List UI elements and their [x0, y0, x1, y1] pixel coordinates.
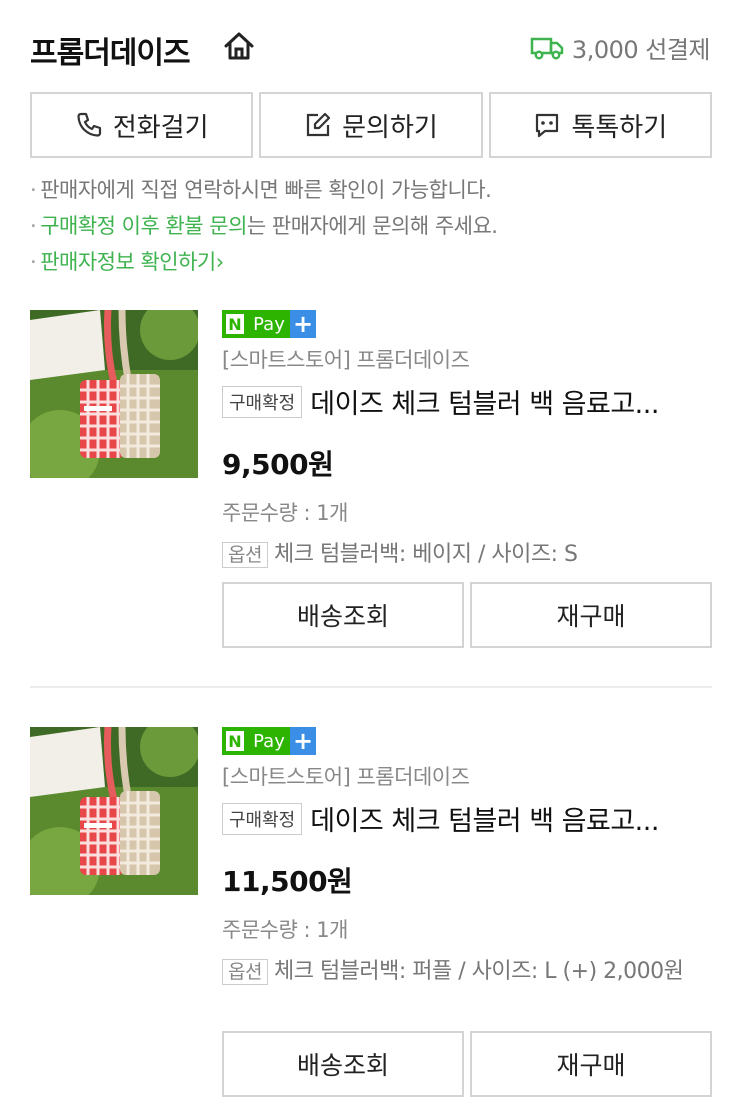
option-text: 체크 텀블러백: 베이지 / 사이즈: S [273, 542, 578, 567]
seller-name: [스마트스토어] 프롬더데이즈 [222, 348, 470, 372]
npay-badge: N Pay + [222, 310, 712, 338]
product-thumbnail[interactable] [30, 727, 198, 895]
npay-plus-icon: + [290, 310, 316, 338]
track-delivery-button[interactable]: 배송조회 [222, 582, 464, 648]
contact-buttons: 전화걸기 문의하기 톡톡하기 [30, 92, 712, 158]
product-price: 9,500원 [222, 448, 334, 481]
seller-info-link[interactable]: 판매자정보 확인하기 [40, 250, 216, 274]
order-actions: 배송조회 재구매 [222, 1031, 712, 1097]
order-quantity: 주문수량 : 1개 [222, 918, 348, 942]
npay-plus-icon: + [290, 727, 316, 755]
track-delivery-button[interactable]: 배송조회 [222, 1031, 464, 1097]
store-name[interactable]: 프롬더데이즈 [30, 28, 191, 72]
divider [30, 686, 712, 688]
note-seller-info: · 판매자정보 확인하기› [30, 244, 720, 280]
order-item: N Pay + [스마트스토어] 프롬더데이즈 구매확정 데이즈 체크 텀블러 … [30, 727, 712, 1097]
order-info: N Pay + [스마트스토어] 프롬더데이즈 구매확정 데이즈 체크 텀블러 … [222, 310, 712, 573]
option-badge: 옵션 [222, 959, 268, 985]
seller-name: [스마트스토어] 프롬더데이즈 [222, 765, 470, 789]
note-text: 판매자에게 직접 연락하시면 빠른 확인이 가능합니다. [40, 178, 492, 202]
order-info: N Pay + [스마트스토어] 프롬더데이즈 구매확정 데이즈 체크 텀블러 … [222, 727, 712, 990]
talktalk-label: 톡톡하기 [571, 112, 668, 143]
product-title[interactable]: 데이즈 체크 텀블러 백 음료고... [310, 799, 659, 838]
status-badge: 구매확정 [222, 385, 303, 418]
shipping-fee: 3,000 선결제 [571, 36, 711, 64]
truck-icon [530, 35, 564, 61]
inquiry-label: 문의하기 [342, 112, 438, 143]
npay-badge: N Pay + [222, 727, 712, 755]
bullet: · [30, 214, 37, 238]
note-refund: · 구매확정 이후 환불 문의는 판매자에게 문의해 주세요. [30, 208, 720, 244]
note-refund-rest: 는 판매자에게 문의해 주세요. [246, 214, 498, 238]
contact-notes: · 판매자에게 직접 연락하시면 빠른 확인이 가능합니다. · 구매확정 이후 환… [30, 172, 720, 280]
call-label: 전화걸기 [112, 112, 209, 143]
rebuy-button[interactable]: 재구매 [470, 1031, 712, 1097]
inquiry-button[interactable]: 문의하기 [259, 92, 483, 158]
store-header: 프롬더데이즈 3,000 선결제 [30, 24, 711, 71]
product-thumbnail[interactable] [30, 310, 198, 478]
product-title-row: 구매확정 데이즈 체크 텀블러 백 음료고... [222, 382, 712, 421]
home-icon[interactable] [222, 30, 256, 62]
product-title-row: 구매확정 데이즈 체크 텀블러 백 음료고... [222, 799, 712, 838]
note-direct-contact: · 판매자에게 직접 연락하시면 빠른 확인이 가능합니다. [30, 172, 720, 208]
product-title[interactable]: 데이즈 체크 텀블러 백 음료고... [310, 382, 659, 421]
bullet: · [30, 178, 37, 202]
bullet: · [30, 250, 37, 274]
edit-icon [307, 112, 331, 137]
status-badge: 구매확정 [222, 802, 303, 835]
product-price: 11,500원 [222, 865, 353, 898]
npay-n: N [222, 310, 248, 338]
chevron-right-icon[interactable]: › [216, 250, 224, 274]
chat-icon [536, 113, 559, 138]
note-refund-highlight: 구매확정 이후 환불 문의 [40, 214, 247, 238]
shipping-info: 3,000 선결제 [530, 30, 711, 65]
npay-n: N [222, 727, 248, 755]
phone-icon [77, 112, 101, 137]
option-text: 체크 텀블러백: 퍼플 / 사이즈: L (+) 2,000원 [273, 959, 684, 984]
order-actions: 배송조회 재구매 [222, 582, 712, 648]
order-option: 옵션 체크 텀블러백: 베이지 / 사이즈: S [222, 537, 712, 573]
call-button[interactable]: 전화걸기 [30, 92, 254, 158]
npay-pay: Pay [248, 310, 290, 338]
option-badge: 옵션 [222, 542, 268, 568]
npay-n-letter: N [226, 314, 244, 334]
npay-n-letter: N [226, 731, 244, 751]
order-item: N Pay + [스마트스토어] 프롬더데이즈 구매확정 데이즈 체크 텀블러 … [30, 310, 712, 650]
talktalk-button[interactable]: 톡톡하기 [488, 92, 712, 158]
rebuy-button[interactable]: 재구매 [470, 582, 712, 648]
order-quantity: 주문수량 : 1개 [222, 501, 348, 525]
order-option: 옵션 체크 텀블러백: 퍼플 / 사이즈: L (+) 2,000원 [222, 954, 712, 990]
npay-pay: Pay [248, 727, 290, 755]
